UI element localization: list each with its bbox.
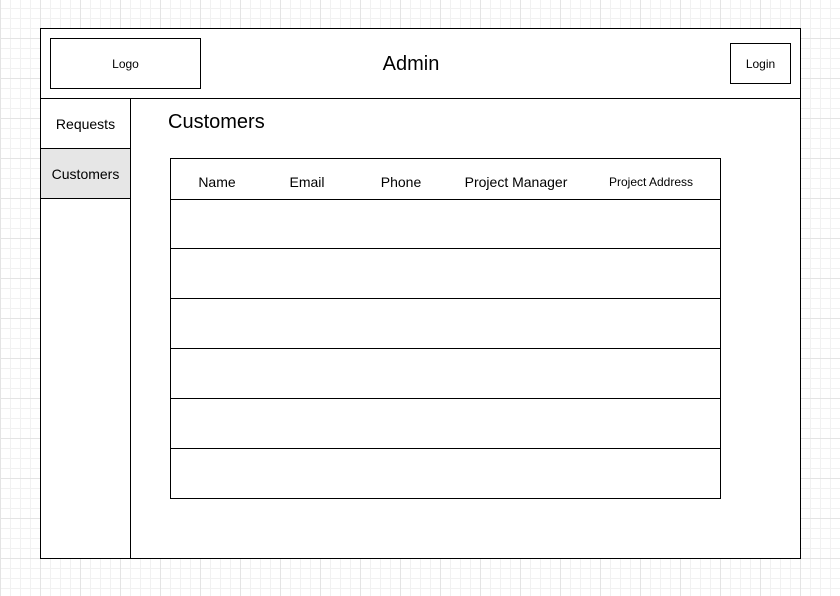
table-row[interactable] [171,399,720,449]
sidebar-item-label: Customers [51,165,120,182]
table-row[interactable] [171,249,720,299]
column-header-project-address: Project Address [608,175,694,189]
sidebar: Requests Customers [41,99,131,558]
table-row[interactable] [171,349,720,399]
page-title: Customers [168,111,265,133]
header: Logo Admin Login [41,29,800,99]
sidebar-item-customers[interactable]: Customers [41,149,130,199]
column-header-email: Email [289,174,325,190]
table-header: Name Email Phone Project Manager Project… [171,159,720,200]
column-header-name: Name [198,174,236,190]
app-frame: Logo Admin Login Requests Customers Cust… [40,28,801,559]
table-row[interactable] [171,449,720,498]
logo-text: Logo [112,56,139,71]
app-title: Admin [382,52,440,75]
customers-table: Name Email Phone Project Manager Project… [170,158,721,499]
table-row[interactable] [171,299,720,349]
login-button-label: Login [745,56,776,71]
table-row[interactable] [171,199,720,249]
login-button[interactable]: Login [730,43,791,84]
sidebar-item-label: Requests [55,115,116,132]
logo: Logo [50,38,201,89]
sidebar-item-requests[interactable]: Requests [41,99,130,149]
column-header-phone: Phone [380,174,422,190]
column-header-project-manager: Project Manager [464,174,568,190]
